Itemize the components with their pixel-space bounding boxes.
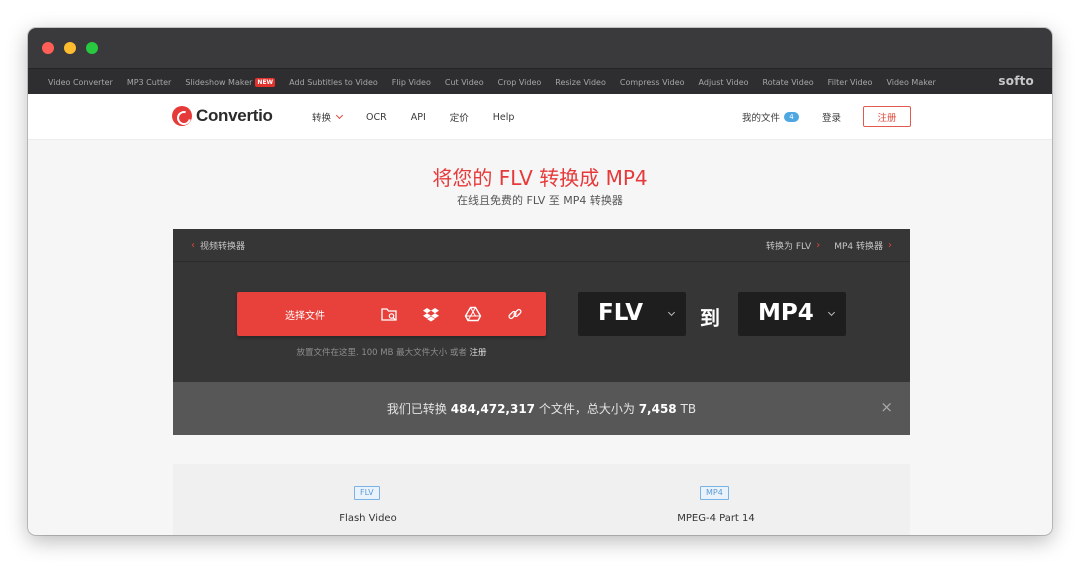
stats-total-size: 7,458 bbox=[638, 402, 677, 416]
site-navbar: Convertio 转换 OCR API 定价 Help 我的文件 4 登录 注册 bbox=[28, 94, 1052, 140]
choose-file-button[interactable]: 选择文件 bbox=[237, 292, 546, 336]
minimize-window-button[interactable] bbox=[64, 42, 76, 54]
title-bar bbox=[28, 28, 1052, 68]
tool-link-cut-video[interactable]: Cut Video bbox=[445, 78, 484, 87]
google-drive-icon[interactable] bbox=[464, 305, 482, 323]
tool-link-label: Slideshow Maker bbox=[185, 77, 253, 87]
softo-logo[interactable]: softo bbox=[998, 74, 1034, 88]
target-format-value: MP4 bbox=[758, 300, 814, 326]
page-subtitle: 在线且免费的 FLV 至 MP4 转换器 bbox=[457, 194, 623, 207]
related-links: 转换为 FLV › MP4 转换器 › bbox=[766, 239, 892, 252]
folder-search-icon[interactable] bbox=[380, 305, 398, 323]
stats-prefix: 我们已转换 bbox=[386, 402, 447, 416]
files-count-badge: 4 bbox=[784, 112, 800, 122]
chevron-right-icon: › bbox=[816, 240, 821, 251]
close-window-button[interactable] bbox=[42, 42, 54, 54]
tool-link-flip-video[interactable]: Flip Video bbox=[392, 78, 431, 87]
close-icon[interactable]: × bbox=[880, 400, 893, 415]
browser-window: Video Converter MP3 Cutter Slideshow Mak… bbox=[28, 28, 1052, 535]
maximize-window-button[interactable] bbox=[86, 42, 98, 54]
source-format-value: FLV bbox=[598, 300, 644, 326]
stats-middle: 个文件，总大小为 bbox=[538, 402, 635, 416]
nav-api[interactable]: API bbox=[411, 112, 426, 123]
chevron-down-icon bbox=[667, 308, 676, 317]
tool-link-filter-video[interactable]: Filter Video bbox=[828, 78, 873, 87]
tool-link-video-converter[interactable]: Video Converter bbox=[48, 78, 113, 87]
target-format-tag: MP4 bbox=[700, 486, 729, 500]
my-files-link[interactable]: 我的文件 4 bbox=[742, 110, 800, 124]
stats-file-count: 484,472,317 bbox=[450, 402, 536, 416]
main-nav: 转换 OCR API 定价 Help bbox=[312, 110, 538, 125]
tool-link-compress-video[interactable]: Compress Video bbox=[620, 78, 685, 87]
nav-ocr[interactable]: OCR bbox=[366, 112, 387, 123]
stats-unit: TB bbox=[680, 402, 697, 416]
converter-breadcrumb-bar: ‹ 视频转换器 转换为 FLV › MP4 转换器 › bbox=[173, 229, 910, 262]
softo-toolbar: Video Converter MP3 Cutter Slideshow Mak… bbox=[28, 68, 1052, 94]
chevron-down-icon bbox=[335, 111, 344, 120]
to-label: 到 bbox=[700, 306, 720, 330]
source-format-select[interactable]: FLV bbox=[578, 292, 686, 336]
convertio-logo-icon bbox=[172, 106, 192, 126]
tool-link-adjust-video[interactable]: Adjust Video bbox=[699, 78, 749, 87]
link-icon[interactable] bbox=[506, 305, 524, 323]
drop-hint: 放置文件在这里. 100 MB 最大文件大小 或者 注册 bbox=[237, 346, 546, 358]
nav-help[interactable]: Help bbox=[493, 112, 515, 123]
chevron-down-icon bbox=[827, 308, 836, 317]
drop-hint-signup-link[interactable]: 注册 bbox=[470, 348, 487, 358]
choose-file-label: 选择文件 bbox=[285, 311, 325, 322]
chevron-right-icon: › bbox=[888, 240, 892, 251]
nav-convert-label: 转换 bbox=[312, 113, 332, 124]
tool-link-rotate-video[interactable]: Rotate Video bbox=[763, 78, 814, 87]
stats-text: 我们已转换 484,472,317 个文件，总大小为 7,458 TB bbox=[173, 400, 910, 417]
format-info-panel: FLV Flash Video MP4 MPEG-4 Part 14 bbox=[173, 464, 910, 535]
logo-text: Convertio bbox=[196, 106, 273, 125]
stats-banner: 我们已转换 484,472,317 个文件，总大小为 7,458 TB × bbox=[173, 382, 910, 435]
converter-panel: ‹ 视频转换器 转换为 FLV › MP4 转换器 › 选择文件 放置文件在这里… bbox=[173, 229, 910, 435]
account-nav: 我的文件 4 登录 bbox=[742, 110, 841, 124]
tool-links: Video Converter MP3 Cutter Slideshow Mak… bbox=[48, 69, 950, 95]
dropbox-icon[interactable] bbox=[422, 305, 440, 323]
tool-link-video-maker[interactable]: Video Maker bbox=[886, 78, 935, 87]
convert-to-flv-link[interactable]: 转换为 FLV bbox=[766, 239, 811, 252]
convertio-logo[interactable]: Convertio bbox=[172, 106, 273, 126]
page-title: 将您的 FLV 转换成 MP4 bbox=[432, 166, 648, 190]
target-format-name: MPEG-4 Part 14 bbox=[677, 513, 755, 524]
signup-button[interactable]: 注册 bbox=[863, 106, 911, 127]
nav-pricing[interactable]: 定价 bbox=[450, 110, 469, 124]
login-link[interactable]: 登录 bbox=[822, 110, 841, 124]
my-files-label: 我的文件 bbox=[742, 113, 781, 124]
drop-hint-text: 放置文件在这里. 100 MB 最大文件大小 或者 bbox=[296, 348, 467, 358]
chevron-left-icon: ‹ bbox=[191, 240, 195, 251]
tool-link-add-subtitles[interactable]: Add Subtitles to Video bbox=[289, 78, 378, 87]
back-breadcrumb-label: 视频转换器 bbox=[200, 242, 246, 252]
tool-link-crop-video[interactable]: Crop Video bbox=[498, 78, 542, 87]
target-format-select[interactable]: MP4 bbox=[738, 292, 846, 336]
tool-link-mp3-cutter[interactable]: MP3 Cutter bbox=[127, 78, 172, 87]
source-format-tag: FLV bbox=[354, 486, 380, 500]
source-format-name: Flash Video bbox=[339, 513, 397, 524]
new-badge: NEW bbox=[255, 77, 276, 87]
tool-link-resize-video[interactable]: Resize Video bbox=[555, 78, 606, 87]
nav-convert-menu[interactable]: 转换 bbox=[312, 110, 344, 124]
tool-link-slideshow-maker[interactable]: Slideshow Maker NEW bbox=[185, 77, 276, 87]
back-breadcrumb[interactable]: ‹ 视频转换器 bbox=[191, 239, 245, 252]
mp4-converter-link[interactable]: MP4 转换器 bbox=[834, 239, 883, 252]
